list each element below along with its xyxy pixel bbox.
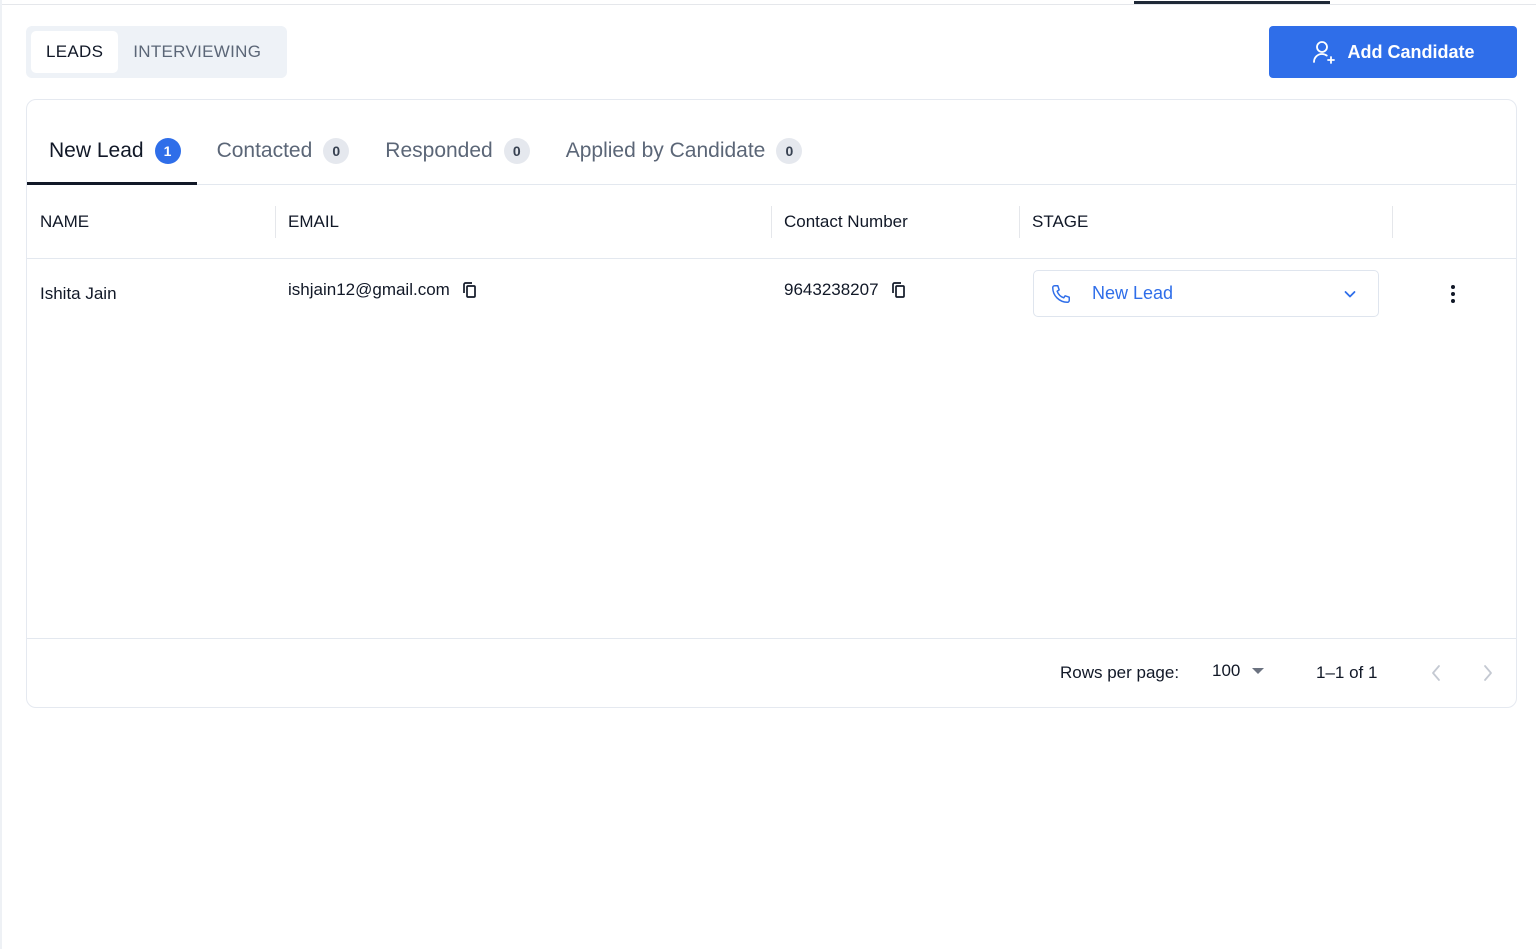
- previous-page-icon[interactable]: [1425, 661, 1447, 685]
- leads-card: New Lead 1 Contacted 0 Responded 0 Appli…: [26, 99, 1517, 708]
- add-candidate-label: Add Candidate: [1347, 41, 1475, 62]
- tab-label: New Lead: [49, 139, 144, 162]
- count-badge: 1: [154, 138, 181, 164]
- next-page-icon[interactable]: [1477, 661, 1499, 685]
- toggle-leads[interactable]: LEADS: [31, 31, 119, 73]
- table-pagination: Rows per page: 100 1–1 of 1: [27, 638, 1516, 708]
- copy-email-icon[interactable]: [460, 280, 480, 300]
- rows-per-page-select[interactable]: 100: [1212, 661, 1265, 681]
- phone-icon: [1052, 284, 1070, 303]
- add-candidate-button[interactable]: Add Candidate: [1269, 26, 1517, 78]
- user-plus-icon: [1313, 41, 1336, 64]
- cell-contact-number: 9643238207: [784, 280, 909, 300]
- column-header-stage[interactable]: STAGE: [1032, 185, 1088, 259]
- column-resize-handle[interactable]: [1019, 206, 1020, 238]
- column-resize-handle[interactable]: [1392, 206, 1393, 238]
- rows-per-page-value: 100: [1212, 661, 1241, 680]
- toggle-interviewing[interactable]: INTERVIEWING: [118, 31, 276, 73]
- tab-label: Responded: [385, 139, 493, 162]
- count-badge: 0: [776, 138, 803, 164]
- tab-contacted[interactable]: Contacted 0: [217, 124, 350, 184]
- tab-responded[interactable]: Responded 0: [385, 124, 530, 184]
- page: LEADS INTERVIEWING Add Candidate New Lea…: [0, 0, 1536, 949]
- tab-applied-by-candidate[interactable]: Applied by Candidate 0: [566, 124, 803, 184]
- count-badge: 0: [503, 138, 530, 164]
- column-resize-handle[interactable]: [771, 206, 772, 238]
- tab-new-lead[interactable]: New Lead 1: [27, 124, 197, 185]
- stage-select[interactable]: New Lead: [1033, 270, 1379, 317]
- stage-value: New Lead: [1092, 283, 1174, 303]
- cell-name: Ishita Jain: [40, 284, 117, 303]
- rows-per-page-label: Rows per page:: [1060, 663, 1180, 682]
- top-nav-active-indicator: [1134, 1, 1330, 4]
- copy-number-icon[interactable]: [889, 280, 909, 300]
- tab-label: Contacted: [216, 139, 313, 162]
- column-header-name[interactable]: NAME: [40, 185, 89, 259]
- tab-label: Applied by Candidate: [565, 139, 766, 162]
- column-header-email[interactable]: EMAIL: [288, 185, 339, 259]
- caret-down-icon: [1252, 668, 1265, 674]
- table-row[interactable]: Ishita Jain ishjain12@gmail.com 96432382…: [27, 260, 1516, 330]
- column-resize-handle[interactable]: [275, 206, 276, 238]
- contact-number-text: 9643238207: [784, 280, 879, 299]
- view-toggle: LEADS INTERVIEWING: [26, 26, 287, 78]
- column-header-contact-number[interactable]: Contact Number: [784, 185, 908, 259]
- pagination-range: 1–1 of 1: [1316, 663, 1378, 682]
- top-divider: [2, 4, 1536, 5]
- email-text: ishjain12@gmail.com: [288, 280, 450, 299]
- stage-tabs: New Lead 1 Contacted 0 Responded 0 Appli…: [27, 100, 1516, 185]
- table-header: NAME EMAIL Contact Number STAGE: [27, 185, 1516, 259]
- chevron-down-icon: [1344, 290, 1356, 297]
- row-actions-menu-icon[interactable]: [1443, 282, 1463, 306]
- cell-email: ishjain12@gmail.com: [288, 280, 480, 300]
- count-badge: 0: [323, 138, 350, 164]
